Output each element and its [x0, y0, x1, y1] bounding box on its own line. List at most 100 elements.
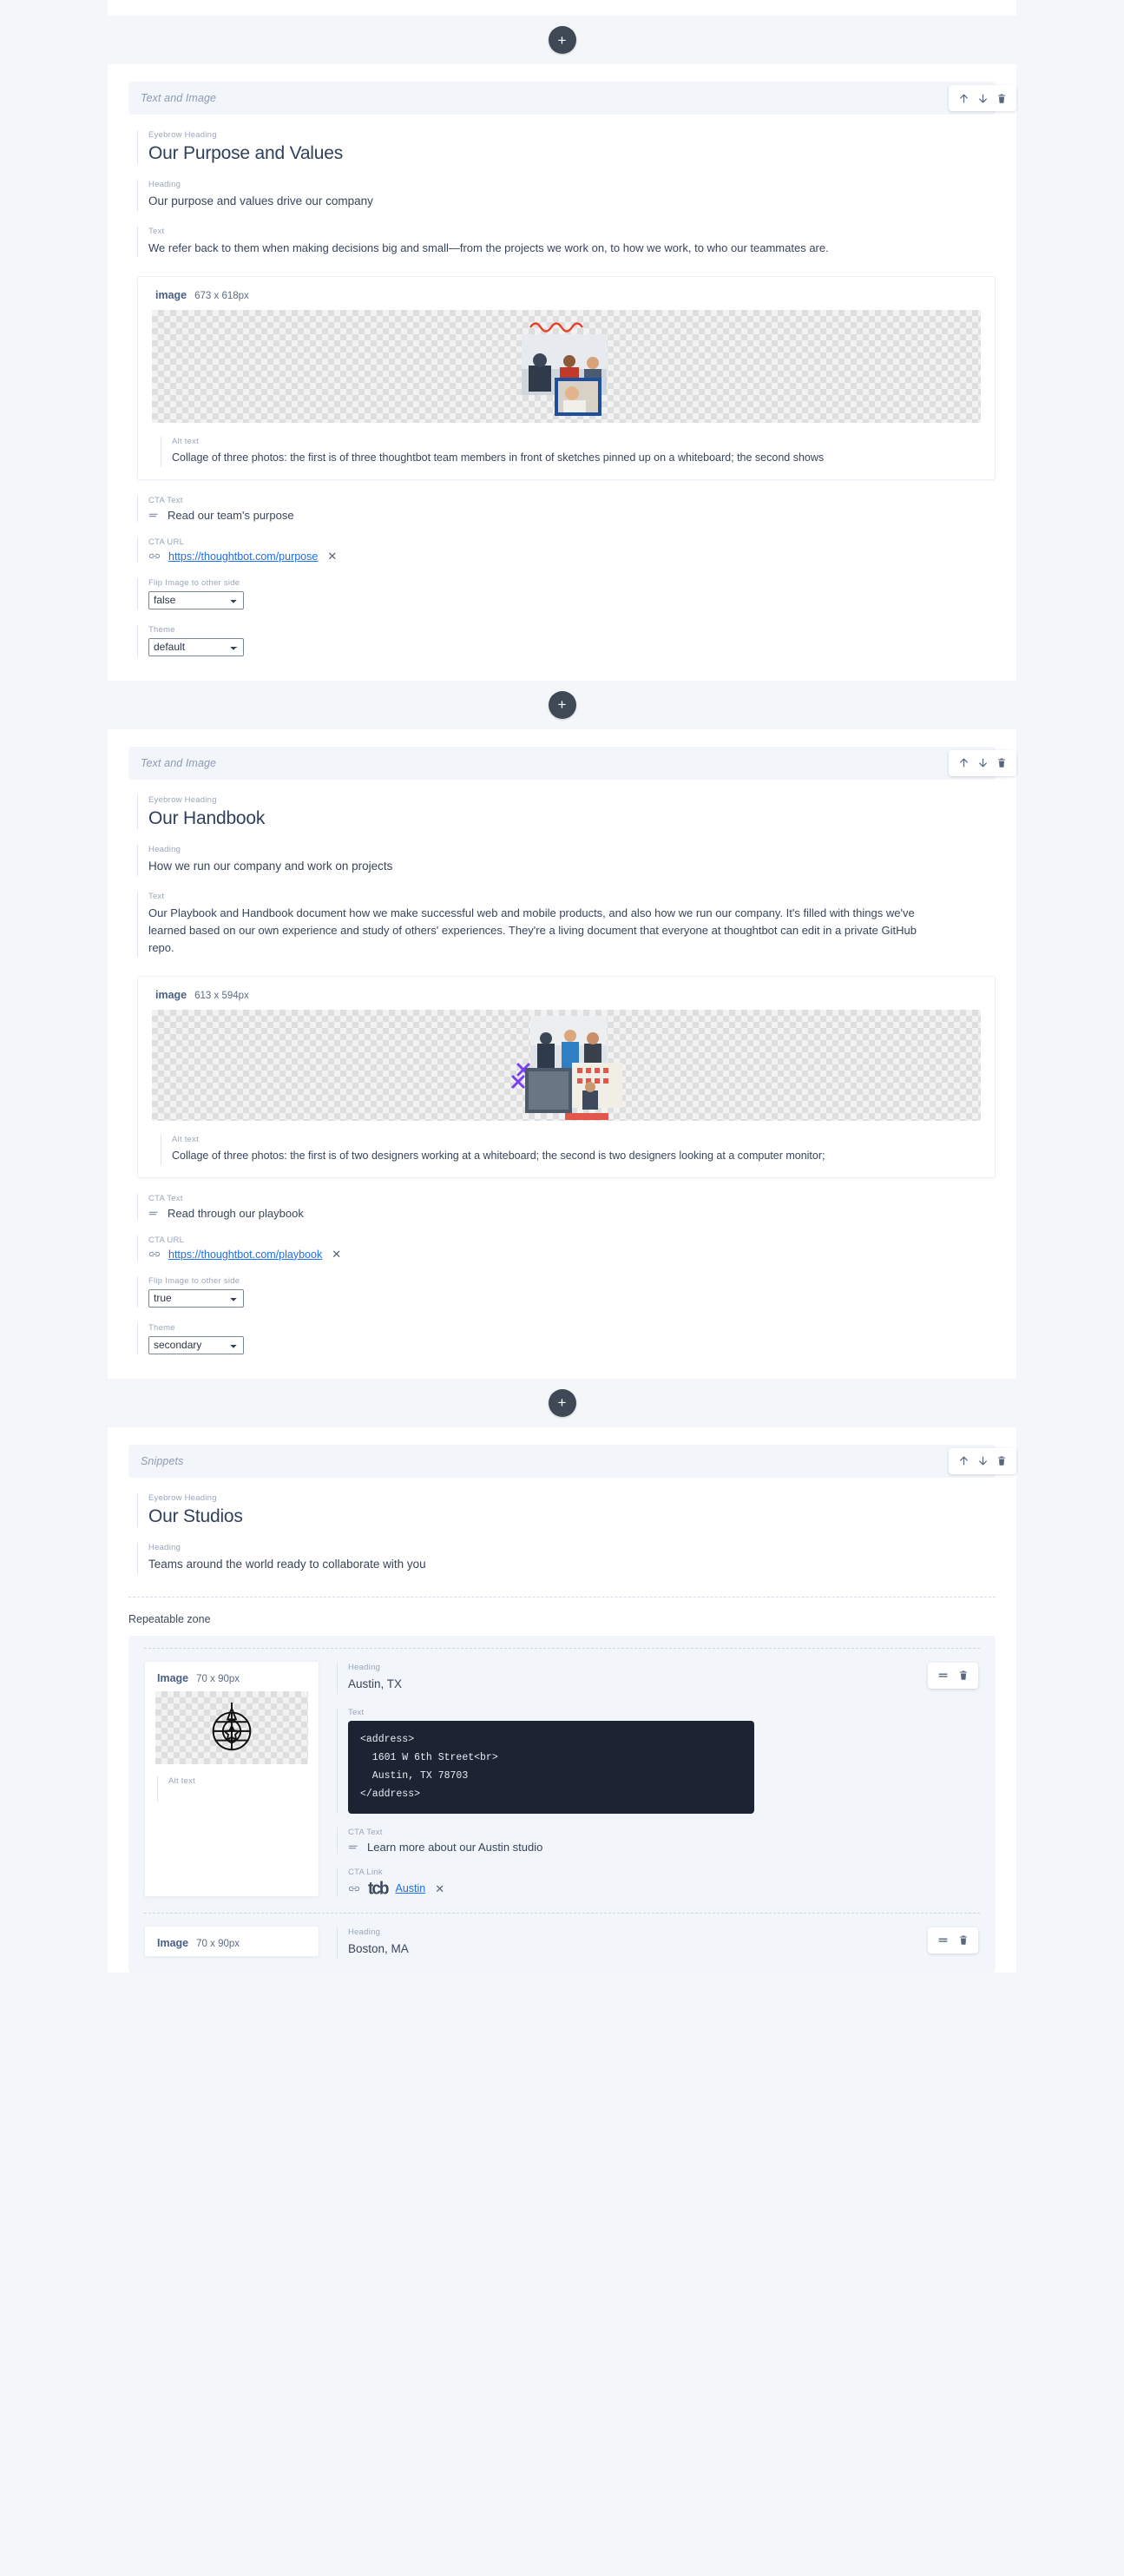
clear-url-icon[interactable]: ✕	[325, 550, 339, 562]
collage-graphic	[480, 1014, 654, 1121]
image-field-name: image	[155, 289, 187, 302]
field-label: CTA URL	[148, 1235, 185, 1245]
clear-link-icon[interactable]: ✕	[433, 1883, 446, 1894]
item-fields: Heading Boston, MA	[335, 1926, 980, 1959]
flip-image-select[interactable]: false	[148, 590, 244, 609]
cta-url-value[interactable]: https://thoughtbot.com/playbook	[168, 1248, 322, 1261]
move-up-icon[interactable]	[955, 1453, 972, 1470]
field-flip-image: Flip Image to other side true	[137, 1275, 996, 1308]
field-theme: Theme secondary	[137, 1322, 996, 1354]
heading-value[interactable]: Boston, MA	[348, 1940, 980, 1959]
cta-text-row: Read through our playbook	[148, 1207, 996, 1220]
image-caption: Image 70 x 90px	[155, 1937, 308, 1949]
field-label: Heading	[148, 844, 181, 854]
code-block[interactable]: <address> 1601 W 6th Street<br> Austin, …	[348, 1720, 754, 1814]
image-caption: Image 70 x 90px	[155, 1672, 308, 1684]
capitol-logo-icon	[212, 1702, 252, 1750]
field-label: Text	[348, 1707, 365, 1717]
image-dimensions: 70 x 90px	[196, 1938, 240, 1949]
add-block-button[interactable]: +	[548, 690, 576, 719]
theme-select[interactable]: secondary	[148, 1335, 244, 1354]
move-down-icon[interactable]	[974, 89, 991, 107]
cta-link-value[interactable]: Austin	[396, 1882, 426, 1894]
cta-url-row: https://thoughtbot.com/playbook ✕	[148, 1248, 996, 1261]
block-divider-1: +	[0, 16, 1124, 64]
theme-select[interactable]: default	[148, 637, 244, 656]
move-down-icon[interactable]	[974, 754, 991, 772]
image-field-name: Image	[157, 1671, 189, 1684]
field-label: Eyebrow Heading	[148, 1492, 217, 1503]
field-cta-link: CTA Link tcb Austin ✕	[337, 1867, 980, 1897]
text-value[interactable]: We refer back to them when making decisi…	[148, 240, 934, 257]
field-label: Alt text	[172, 1135, 200, 1145]
image-preview[interactable]	[152, 1010, 981, 1122]
eyebrow-heading-value[interactable]: Our Handbook	[148, 807, 996, 829]
link-icon	[348, 1884, 360, 1894]
cta-text-value[interactable]: Learn more about our Austin studio	[367, 1841, 542, 1854]
text-value[interactable]: Our Playbook and Handbook document how w…	[148, 905, 934, 957]
heading-value[interactable]: Our purpose and values drive our company	[148, 193, 996, 211]
drag-handle-icon[interactable]	[934, 1667, 951, 1684]
move-up-icon[interactable]	[955, 89, 972, 107]
field-cta-text: CTA Text Read our team's purpose	[137, 495, 996, 522]
field-alt-text: Alt text Collage of three photos: the fi…	[161, 1135, 981, 1165]
image-field-1: image 673 x 618px Alt text Collage of th…	[137, 276, 996, 480]
drag-handle-icon[interactable]	[348, 1843, 359, 1851]
field-label: Alt text	[168, 1776, 196, 1786]
heading-value[interactable]: Teams around the world ready to collabor…	[148, 1556, 996, 1574]
alt-text-value[interactable]	[168, 1789, 308, 1802]
cta-url-value[interactable]: https://thoughtbot.com/purpose	[168, 550, 318, 563]
block-snippets: Snippets Eyebrow Heading Our Studios Hea…	[108, 1426, 1016, 1973]
field-label: Heading	[348, 1927, 381, 1937]
drag-handle-icon[interactable]	[148, 511, 160, 519]
delete-icon[interactable]	[993, 1453, 1010, 1470]
field-label: Flip Image to other side	[148, 577, 240, 588]
add-block-button[interactable]: +	[548, 26, 576, 54]
clear-url-icon[interactable]: ✕	[330, 1248, 343, 1260]
collage-graphic	[480, 315, 654, 418]
drag-handle-icon[interactable]	[148, 1209, 160, 1217]
field-label: Theme	[148, 624, 175, 635]
alt-text-value[interactable]: Collage of three photos: the first is of…	[172, 450, 981, 466]
cta-text-row: Learn more about our Austin studio	[348, 1841, 980, 1854]
move-up-icon[interactable]	[955, 754, 972, 772]
flip-image-select[interactable]: true	[148, 1288, 244, 1308]
delete-icon[interactable]	[955, 1932, 972, 1949]
cms-page-editor: + Text and Image Eyebrow Heading Our Pur…	[0, 0, 1124, 1973]
field-label: Eyebrow Heading	[148, 130, 217, 140]
cta-text-value[interactable]: Read through our playbook	[168, 1207, 304, 1220]
eyebrow-heading-value[interactable]: Our Purpose and Values	[148, 142, 996, 164]
image-dimensions: 673 x 618px	[194, 291, 249, 302]
cta-text-value[interactable]: Read our team's purpose	[168, 509, 294, 522]
collage-svg	[521, 322, 607, 417]
field-label: CTA Text	[148, 495, 183, 505]
delete-icon[interactable]	[955, 1667, 972, 1684]
delete-icon[interactable]	[993, 754, 1010, 772]
field-eyebrow-heading: Eyebrow Heading Our Handbook	[137, 794, 996, 829]
alt-text-value[interactable]: Collage of three photos: the first is of…	[172, 1148, 981, 1164]
field-label: Text	[148, 891, 165, 901]
field-label: Eyebrow Heading	[148, 794, 217, 805]
field-heading: Heading Austin, TX	[337, 1662, 980, 1694]
delete-icon[interactable]	[993, 89, 1010, 107]
field-label: Theme	[148, 1322, 175, 1333]
field-label: Text	[148, 227, 165, 237]
drag-handle-icon[interactable]	[934, 1932, 951, 1949]
field-label: CTA Text	[148, 1193, 183, 1203]
cta-url-row: https://thoughtbot.com/purpose ✕	[148, 550, 996, 563]
image-preview[interactable]	[155, 1690, 308, 1764]
image-field-name: image	[155, 989, 187, 1002]
list-item: Image 70 x 90px	[144, 1925, 980, 1959]
heading-value[interactable]: How we run our company and work on proje…	[148, 858, 996, 876]
field-cta-url: CTA URL https://thoughtbot.com/purpose ✕	[137, 537, 996, 563]
link-icon	[148, 1249, 161, 1259]
field-label: Flip Image to other side	[148, 1275, 240, 1286]
add-block-button[interactable]: +	[548, 1388, 576, 1417]
field-cta-url: CTA URL https://thoughtbot.com/playbook …	[137, 1235, 996, 1261]
move-down-icon[interactable]	[974, 1453, 991, 1470]
image-dimensions: 613 x 594px	[194, 991, 249, 1002]
heading-value[interactable]: Austin, TX	[348, 1676, 980, 1694]
image-preview[interactable]	[152, 310, 981, 424]
eyebrow-heading-value[interactable]: Our Studios	[148, 1505, 996, 1527]
field-label: CTA URL	[148, 537, 185, 547]
